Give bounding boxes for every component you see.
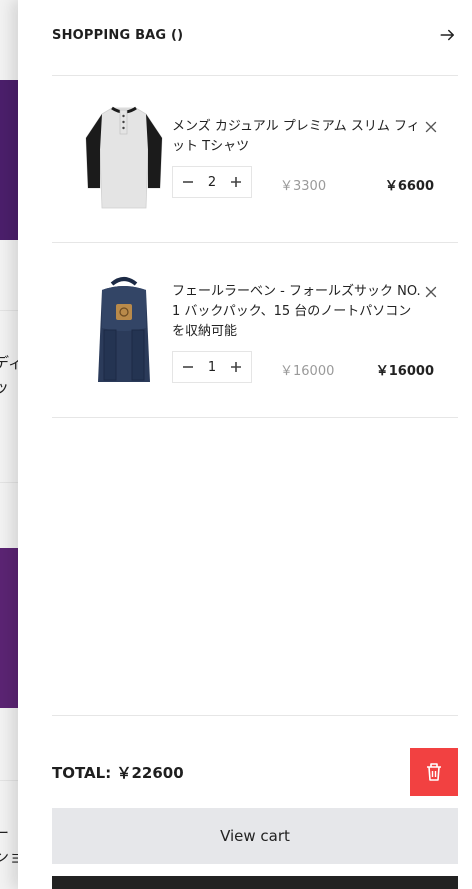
line-total: ￥16000 bbox=[375, 364, 434, 379]
unit-price: ￥3300 bbox=[280, 179, 327, 194]
minus-icon bbox=[183, 181, 193, 183]
quantity-stepper: 1 bbox=[172, 351, 252, 383]
total-value: ￥22600 bbox=[116, 763, 184, 782]
remove-item-button[interactable] bbox=[422, 118, 440, 136]
view-cart-button[interactable]: View cart bbox=[52, 808, 458, 864]
product-name: メンズ カジュアル プレミアム スリム フィット Tシャツ bbox=[172, 119, 420, 154]
divider bbox=[52, 242, 458, 243]
decrease-quantity-button[interactable] bbox=[179, 173, 197, 191]
unit-price: ￥16000 bbox=[280, 364, 335, 379]
plus-icon bbox=[231, 362, 241, 372]
background-product-text: ッ bbox=[0, 378, 10, 396]
clear-cart-button[interactable] bbox=[410, 748, 458, 796]
plus-icon bbox=[231, 177, 241, 187]
increase-quantity-button[interactable] bbox=[227, 173, 245, 191]
product-image-henley-shirt bbox=[82, 102, 166, 212]
decrease-quantity-button[interactable] bbox=[179, 358, 197, 376]
background-product-text: ー bbox=[0, 824, 10, 842]
total-label: TOTAL: bbox=[52, 763, 112, 782]
cart-item: メンズ カジュアル プレミアム スリム フィット Tシャツ 2 ￥3300 ￥6… bbox=[52, 100, 458, 240]
product-name: フェールラーベン - フォールズサック NO. 1 バックパック、15 台のノー… bbox=[172, 284, 421, 339]
cart-title: SHOPPING BAG () bbox=[52, 27, 184, 43]
remove-item-button[interactable] bbox=[422, 283, 440, 301]
quantity-value[interactable]: 2 bbox=[208, 175, 216, 190]
close-drawer-button[interactable] bbox=[438, 25, 458, 45]
checkout-button[interactable] bbox=[52, 876, 458, 889]
cart-drawer: SHOPPING BAG () メンズ カジュアル プレミアム スリム フィット… bbox=[18, 0, 472, 889]
close-x-icon bbox=[425, 286, 437, 298]
cart-total-row: TOTAL: ￥22600 bbox=[52, 748, 458, 796]
increase-quantity-button[interactable] bbox=[227, 358, 245, 376]
cart-header: SHOPPING BAG () bbox=[52, 20, 458, 50]
divider bbox=[52, 715, 458, 716]
close-x-icon bbox=[425, 121, 437, 133]
product-image-backpack bbox=[82, 276, 166, 386]
cart-total: TOTAL: ￥22600 bbox=[52, 762, 184, 783]
quantity-value[interactable]: 1 bbox=[208, 360, 216, 375]
line-total: ￥6600 bbox=[384, 179, 434, 194]
divider bbox=[52, 417, 458, 418]
minus-icon bbox=[183, 366, 193, 368]
arrow-right-icon bbox=[440, 29, 454, 41]
trash-icon bbox=[427, 763, 441, 781]
cart-item: フェールラーベン - フォールズサック NO. 1 バックパック、15 台のノー… bbox=[52, 270, 458, 410]
quantity-stepper: 2 bbox=[172, 166, 252, 198]
divider bbox=[52, 75, 458, 76]
